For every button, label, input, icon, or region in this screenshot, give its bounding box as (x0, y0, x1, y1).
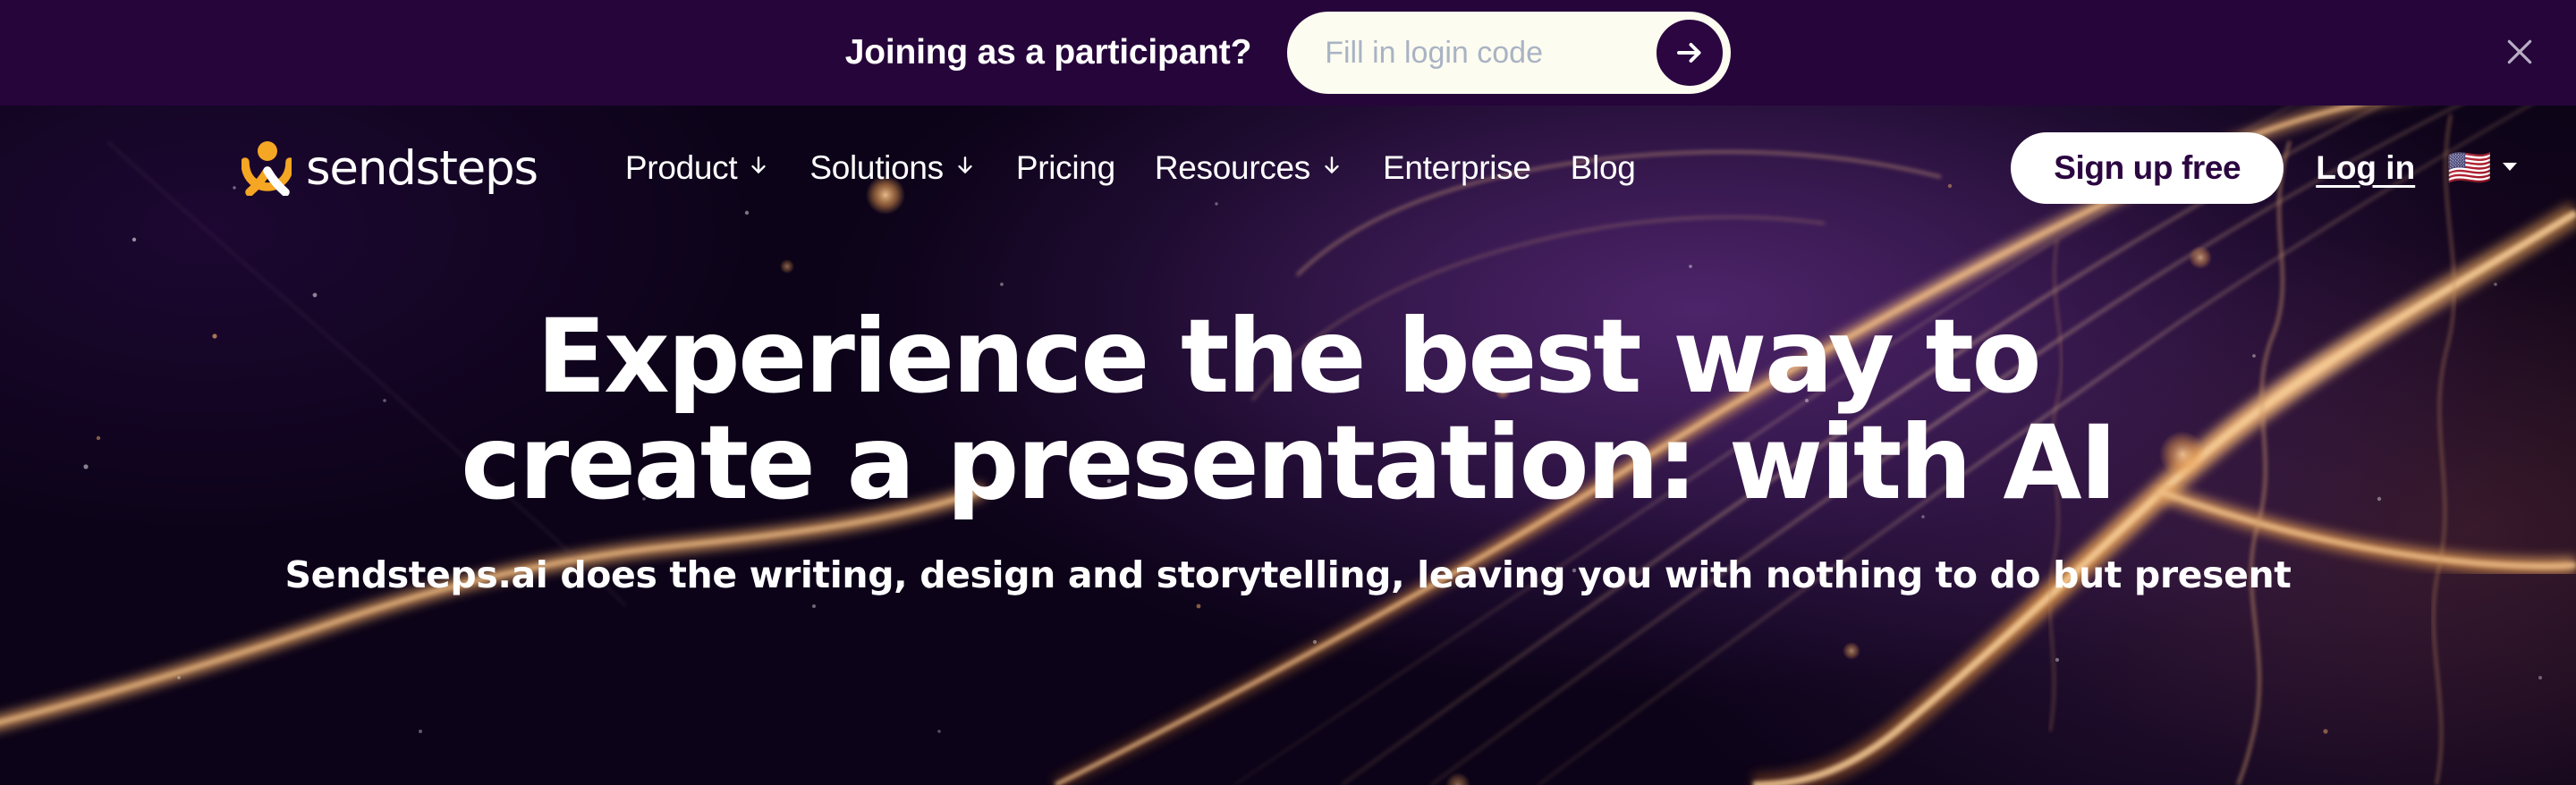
sign-up-free-button[interactable]: Sign up free (2011, 132, 2284, 204)
participant-banner-content: Joining as a participant? (844, 12, 1732, 94)
arrow-down-icon (747, 149, 770, 187)
nav-item-pricing[interactable]: Pricing (1016, 149, 1115, 187)
sendsteps-logo-text: sendsteps (306, 140, 538, 196)
hero-headline-line-2: create a presentation: with AI (461, 402, 2117, 522)
nav-item-product[interactable]: Product (625, 149, 770, 187)
nav-label: Resources (1154, 149, 1311, 186)
close-icon (2502, 34, 2538, 72)
caret-down-icon (2501, 160, 2519, 177)
hero-headline-line-1: Experience the best way to (536, 297, 2042, 416)
nav-label: Product (624, 149, 738, 186)
participant-banner-label: Joining as a participant? (844, 33, 1252, 72)
main-navigation: Product Solutions Pricing Resources Ente… (625, 149, 1636, 187)
nav-label: Pricing (1015, 149, 1115, 186)
sendsteps-logo[interactable]: sendsteps (242, 140, 538, 196)
language-selector[interactable]: 🇺🇸 (2447, 150, 2519, 186)
hero-subheadline: Sendsteps.ai does the writing, design an… (284, 553, 2292, 597)
us-flag-icon: 🇺🇸 (2447, 148, 2492, 188)
nav-label: Enterprise (1383, 149, 1531, 186)
arrow-right-icon (1674, 37, 1706, 69)
participant-banner: Joining as a participant? (0, 0, 2576, 106)
banner-close-button[interactable] (2496, 29, 2544, 77)
sendsteps-figure-icon (242, 140, 292, 196)
nav-item-solutions[interactable]: Solutions (809, 149, 977, 187)
nav-label: Blog (1570, 149, 1636, 186)
arrow-down-icon (1320, 149, 1343, 187)
login-code-submit-button[interactable] (1654, 17, 1726, 89)
nav-item-enterprise[interactable]: Enterprise (1383, 149, 1531, 187)
nav-item-resources[interactable]: Resources (1155, 149, 1343, 187)
hero-headline: Experience the best way to create a pres… (179, 303, 2397, 516)
nav-item-blog[interactable]: Blog (1571, 149, 1636, 187)
header-actions: Sign up free Log in 🇺🇸 (2011, 132, 2519, 204)
arrow-down-icon (953, 149, 977, 187)
login-code-form (1287, 12, 1732, 94)
hero-content: Experience the best way to create a pres… (0, 303, 2576, 597)
log-in-link[interactable]: Log in (2316, 149, 2415, 187)
site-header: sendsteps Product Solutions Pricing Reso… (0, 106, 2576, 231)
nav-label: Solutions (809, 149, 944, 186)
